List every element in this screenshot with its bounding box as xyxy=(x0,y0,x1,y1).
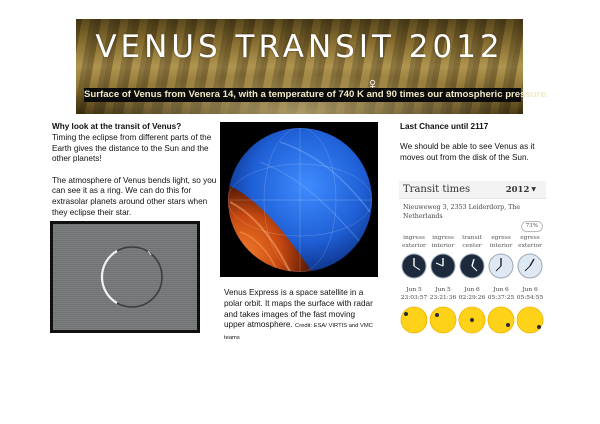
left-heading: Why look at the transit of Venus? xyxy=(52,122,182,131)
sun-disk-icon xyxy=(429,306,457,334)
left-column-text: Why look at the transit of Venus? Timing… xyxy=(52,122,217,229)
clock-icon xyxy=(488,253,514,279)
location-address: Nieuweweg 3, 2353 Leiderdorp, The Nether… xyxy=(403,204,521,220)
sun-disk-icon xyxy=(516,306,544,334)
left-paragraph-1: Timing the eclipse from different parts … xyxy=(52,132,212,164)
widget-header: Transit times 2012 ▼ xyxy=(399,181,546,199)
widget-title: Transit times xyxy=(403,184,471,195)
phase-date: Jun 5 xyxy=(435,287,451,293)
phase-egress-interior: egress interior Jun 6 05:37:25 xyxy=(486,235,516,334)
phase-time: 02:29:26 xyxy=(458,294,486,301)
clock-icon xyxy=(401,253,427,279)
phase-label-1: egress xyxy=(520,235,540,241)
phase-ingress-exterior: ingress exterior Jun 5 23:03:57 xyxy=(399,235,429,334)
clock-icon xyxy=(430,253,456,279)
phase-transit-center: transit center Jun 6 02:29:26 xyxy=(457,235,487,334)
phase-time: 05:37:25 xyxy=(487,294,515,301)
phase-label-1: ingress xyxy=(432,235,454,241)
chevron-down-icon: ▼ xyxy=(531,186,536,193)
phase-label-2: exterior xyxy=(402,242,426,249)
banner-caption: Surface of Venus from Venera 14, with a … xyxy=(84,88,549,102)
right-heading: Last Chance until 2117 xyxy=(400,122,489,131)
phase-egress-exterior: egress exterior Jun 6 05:54:55 xyxy=(515,235,545,334)
phase-date: Jun 6 xyxy=(522,287,538,293)
phase-label-2: center xyxy=(462,242,482,249)
venus-express-image xyxy=(220,122,378,277)
phase-time: 05:54:55 xyxy=(516,294,544,301)
phase-time: 23:03:57 xyxy=(400,294,428,301)
phase-label-1: transit xyxy=(462,235,482,241)
clock-icon xyxy=(517,253,543,279)
sun-disk-icon xyxy=(487,306,515,334)
banner-title: VENUS TRANSIT 2012 xyxy=(95,29,504,65)
year-value: 2012 xyxy=(505,185,530,195)
clock-icon xyxy=(459,253,485,279)
coverage-badge: 73% xyxy=(520,221,543,232)
phase-ingress-interior: ingress interior Jun 5 23:21:36 xyxy=(428,235,458,334)
left-paragraph-2: The atmosphere of Venus bends light, so … xyxy=(52,175,217,218)
phase-label-1: ingress xyxy=(403,235,425,241)
right-paragraph: We should be able to see Venus as it mov… xyxy=(400,142,535,162)
phase-label-2: interior xyxy=(431,242,455,249)
phase-label-1: egress xyxy=(491,235,511,241)
sun-disk-icon xyxy=(400,306,428,334)
phase-label-2: exterior xyxy=(518,242,542,249)
transit-times-widget: Transit times 2012 ▼ Nieuweweg 3, 2353 Le… xyxy=(399,181,546,344)
phase-date: Jun 6 xyxy=(464,287,480,293)
sun-disk-icon xyxy=(458,306,486,334)
phase-label-2: interior xyxy=(489,242,513,249)
phase-date: Jun 6 xyxy=(493,287,509,293)
phase-date: Jun 5 xyxy=(406,287,422,293)
venus-ring-image xyxy=(50,221,200,333)
phase-time: 23:21:36 xyxy=(429,294,457,301)
year-selector[interactable]: 2012 ▼ xyxy=(506,185,536,195)
venus-express-caption: Venus Express is a space satellite in a … xyxy=(224,288,376,344)
